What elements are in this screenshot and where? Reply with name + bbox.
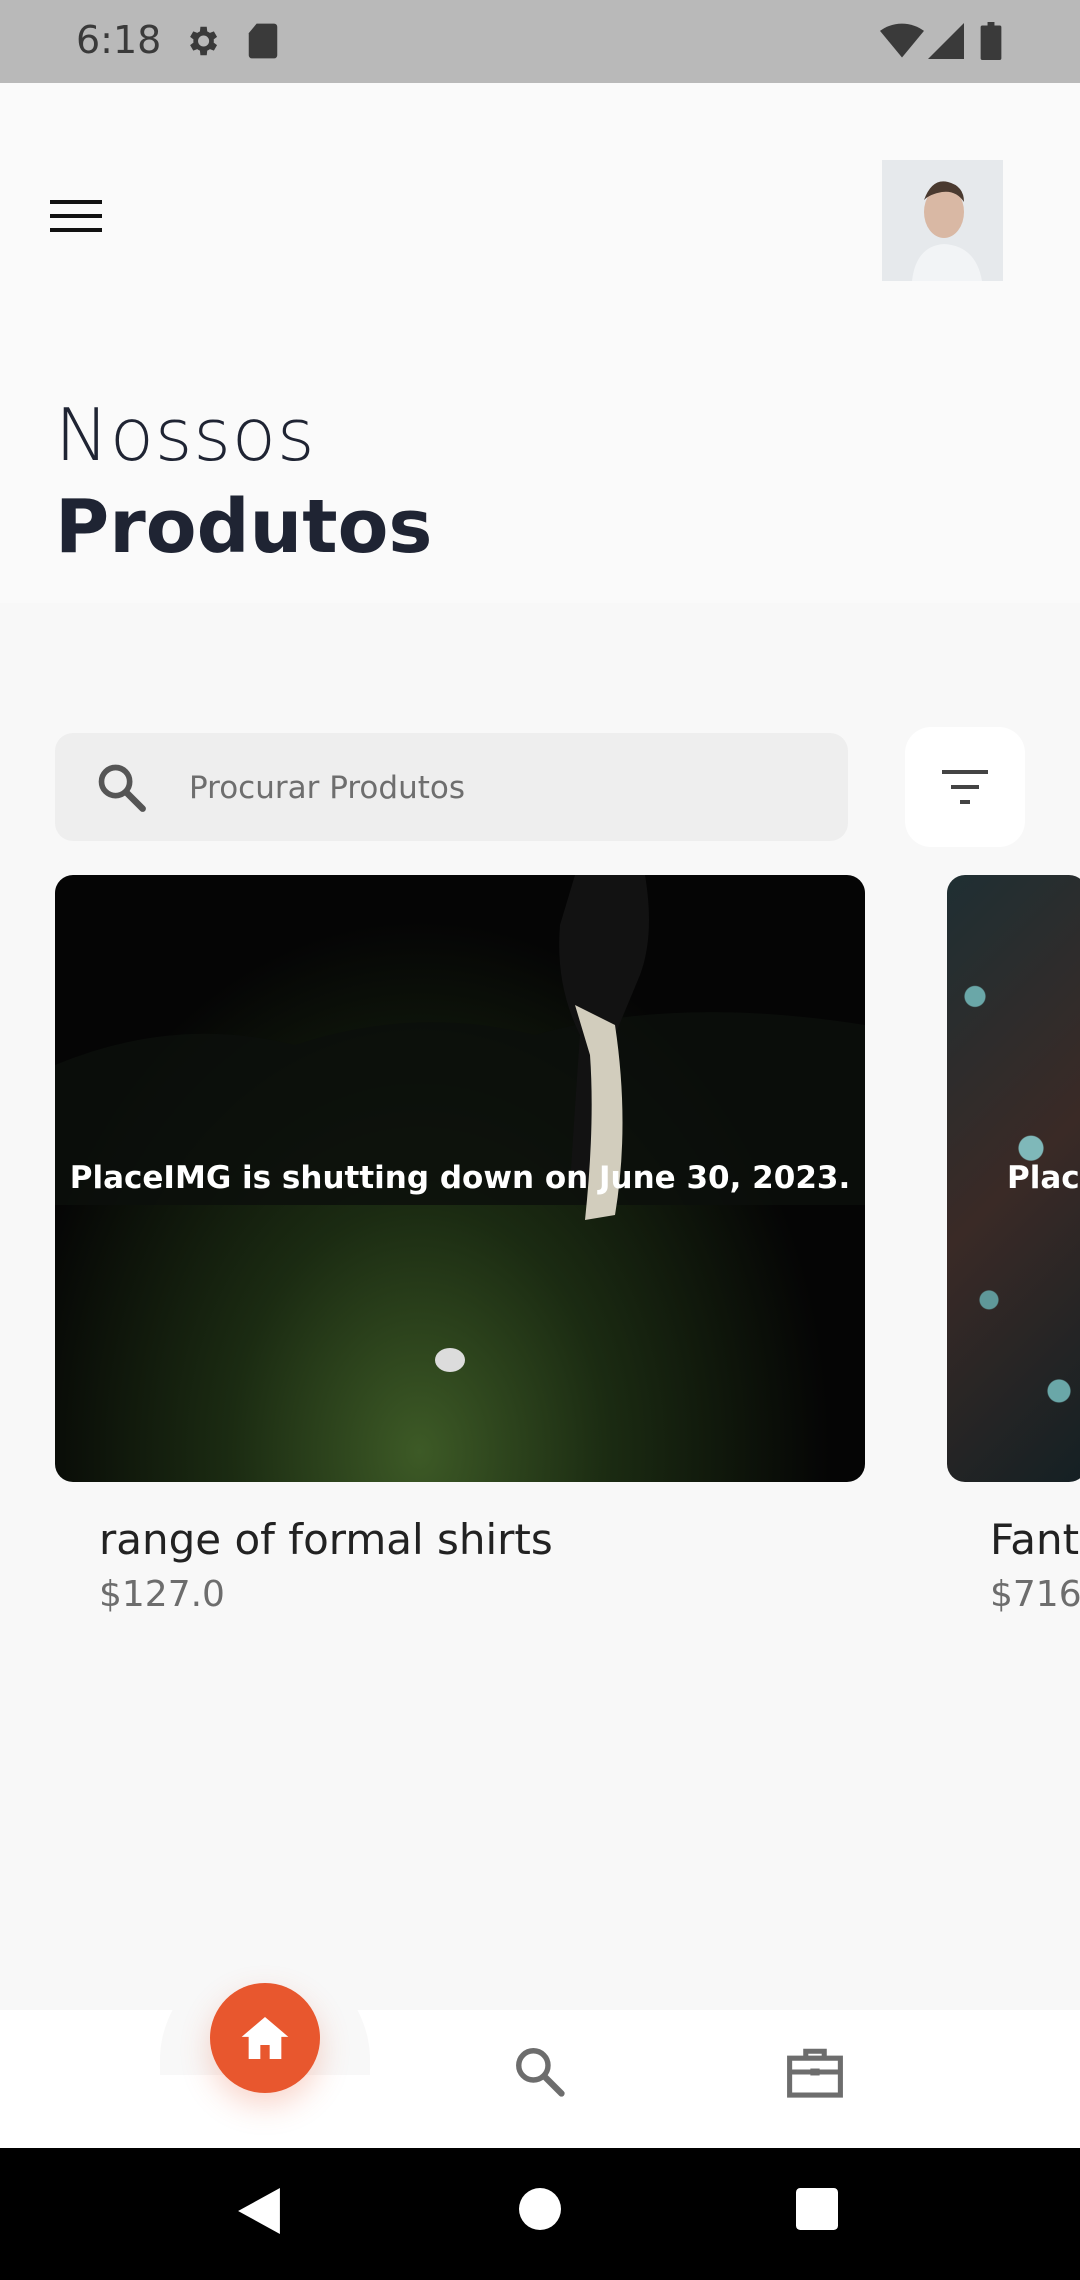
filter-icon <box>942 770 988 804</box>
hamburger-menu-icon[interactable] <box>50 200 102 238</box>
nav-home-button[interactable] <box>210 1983 320 2093</box>
image-overlay-text: PlaceIMG is shutting down on June 30, 20… <box>69 1160 851 1196</box>
back-icon[interactable] <box>238 2188 280 2234</box>
search-input[interactable] <box>187 759 811 817</box>
page-title-line2: Produtos <box>55 484 433 570</box>
recents-square-icon[interactable] <box>796 2188 838 2230</box>
product-price: $127.0 <box>99 1574 225 1615</box>
gear-icon <box>190 26 218 56</box>
image-overlay-text: Plac <box>1007 1160 1080 1196</box>
search-icon <box>98 764 146 812</box>
system-navigation-bar <box>0 2148 1080 2280</box>
page-title-line1: Nossos <box>55 393 316 477</box>
sd-card-icon <box>248 23 278 59</box>
home-icon <box>241 2017 289 2059</box>
search-icon[interactable] <box>512 2044 566 2098</box>
briefcase-icon[interactable] <box>785 2044 845 2100</box>
avatar[interactable] <box>882 160 1003 281</box>
product-card[interactable]: PlaceIMG is shutting down on June 30, 20… <box>55 875 865 1482</box>
product-price: $716 <box>990 1574 1080 1615</box>
search-bar[interactable] <box>55 733 848 841</box>
signal-icon <box>928 23 964 59</box>
wifi-icon <box>880 23 924 58</box>
battery-icon <box>980 22 1002 60</box>
product-name[interactable]: range of formal shirts <box>99 1515 553 1564</box>
status-bar: 6:18 <box>0 0 1080 83</box>
avatar-photo <box>882 160 1003 281</box>
home-circle-icon[interactable] <box>519 2188 561 2230</box>
status-time: 6:18 <box>76 18 162 62</box>
product-card[interactable]: Plac <box>947 875 1080 1482</box>
product-name[interactable]: Fant <box>990 1515 1079 1564</box>
filter-button[interactable] <box>905 727 1025 847</box>
